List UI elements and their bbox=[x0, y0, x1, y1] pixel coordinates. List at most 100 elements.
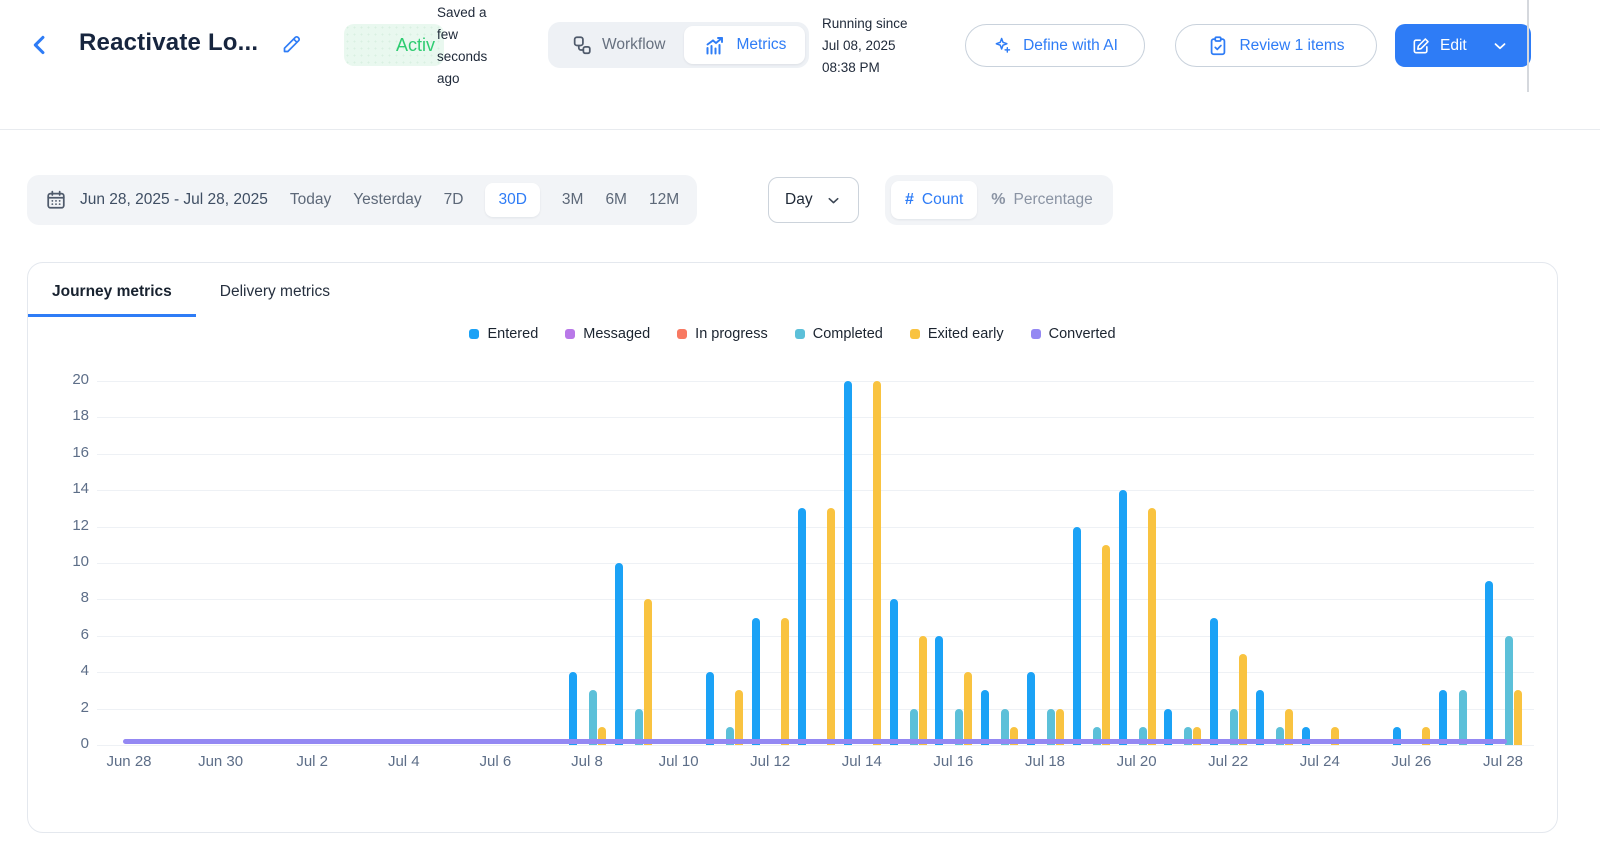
bar-entered-jul15 bbox=[889, 599, 898, 745]
bar-entered-jul9 bbox=[614, 563, 623, 745]
status-badge: Activ bbox=[344, 24, 444, 66]
x-axis-tick-label: Jul 4 bbox=[387, 753, 420, 770]
x-axis-tick-label: Jun 28 bbox=[106, 753, 152, 770]
x-axis-tick-label: Jul 22 bbox=[1208, 753, 1249, 770]
bar-entered-jul28 bbox=[1485, 581, 1493, 745]
x-axis-tick-label: Jul 24 bbox=[1299, 753, 1340, 770]
edit-button[interactable]: Edit bbox=[1395, 24, 1531, 67]
count-percentage-toggle: # Count % Percentage bbox=[885, 175, 1113, 225]
y-axis-tick-label: 20 bbox=[72, 371, 89, 388]
edit-square-icon bbox=[1413, 37, 1429, 53]
x-axis-tick-label: Jul 8 bbox=[571, 753, 603, 770]
bar-entered-jul11 bbox=[706, 672, 715, 745]
x-axis-tick-label: Jun 30 bbox=[198, 753, 244, 770]
pencil-icon bbox=[283, 36, 300, 53]
review-items-button[interactable]: Review 1 items bbox=[1175, 24, 1377, 67]
bar-entered-jul22 bbox=[1210, 617, 1219, 745]
x-axis-tick-label: Jul 16 bbox=[933, 753, 974, 770]
review-items-label: Review 1 items bbox=[1239, 36, 1345, 54]
scrollbar-thumb[interactable] bbox=[1527, 0, 1529, 92]
journey-metrics-page: Reactivate Lo... Activ Saved a few secon… bbox=[0, 0, 1600, 841]
preset-list: Today Yesterday 7D 30D 3M 6M 12M bbox=[290, 183, 679, 217]
sparkles-icon bbox=[995, 37, 1011, 53]
y-axis-tick-label: 4 bbox=[80, 662, 89, 680]
bar-exited-early-jul15 bbox=[918, 635, 927, 745]
mode-label: Count bbox=[921, 191, 964, 208]
converted-baseline-line bbox=[123, 738, 1507, 744]
y-axis-tick-label: 6 bbox=[80, 625, 89, 643]
mode-label: Percentage bbox=[1013, 191, 1093, 208]
bar-exited-early-jul13 bbox=[827, 508, 835, 745]
bar-exited-early-jul22 bbox=[1239, 654, 1248, 745]
y-axis-tick-label: 2 bbox=[80, 698, 89, 716]
bar-completed-jul8 bbox=[589, 690, 597, 745]
clipboard-check-icon bbox=[1211, 35, 1226, 55]
granularity-value: Day bbox=[785, 191, 813, 208]
y-axis-tick-label: 18 bbox=[72, 407, 89, 425]
mode-count[interactable]: # Count bbox=[891, 181, 978, 219]
rename-button[interactable] bbox=[280, 32, 304, 56]
bar-chart: 0 2 4 6 8 10 12 14 16 18 20 Jun 28 Jun 30 Jul 2 Jul 4J… bbox=[28, 263, 1557, 832]
gridline bbox=[97, 599, 1534, 601]
bar-exited-early-jul9 bbox=[643, 599, 652, 745]
granularity-select[interactable]: Day bbox=[768, 177, 859, 223]
preset-3m[interactable]: 3M bbox=[562, 191, 584, 209]
back-button[interactable] bbox=[26, 31, 54, 59]
date-range-group: Jun 28, 2025 - Jul 28, 2025 Today Yesterd… bbox=[27, 175, 698, 225]
header: Reactivate Lo... Activ Saved a few secon… bbox=[0, 0, 1600, 130]
bar-exited-early-jul14 bbox=[872, 381, 881, 745]
preset-7d[interactable]: 7D bbox=[444, 191, 464, 209]
calendar-icon bbox=[47, 190, 65, 209]
bar-completed-jul28 bbox=[1505, 635, 1513, 745]
gridline bbox=[97, 490, 1534, 492]
y-axis-tick-label: 10 bbox=[72, 553, 89, 570]
define-with-ai-button[interactable]: Define with AI bbox=[965, 24, 1145, 67]
chevron-down-icon bbox=[828, 197, 839, 203]
edit-button-label: Edit bbox=[1440, 36, 1467, 54]
metrics-card: Journey metrics Delivery metrics Entered… bbox=[27, 262, 1558, 833]
bar-entered-jul18 bbox=[1027, 672, 1035, 745]
preset-12m[interactable]: 12M bbox=[649, 191, 679, 209]
y-axis-tick-label: 12 bbox=[72, 516, 89, 534]
edit-dropdown-button[interactable] bbox=[1481, 24, 1519, 67]
preset-today[interactable]: Today bbox=[290, 191, 331, 209]
date-range-picker[interactable]: Jun 28, 2025 - Jul 28, 2025 bbox=[45, 189, 268, 211]
x-axis-tick-label: Jul 28 bbox=[1482, 753, 1524, 770]
x-axis-tick-label: Jul 18 bbox=[1024, 753, 1066, 770]
gridline bbox=[97, 417, 1534, 419]
gridline bbox=[97, 453, 1534, 455]
y-axis-tick-label: 8 bbox=[80, 589, 89, 607]
gridline bbox=[97, 381, 1534, 382]
bar-entered-jul14 bbox=[843, 381, 852, 745]
chevron-left-icon bbox=[33, 35, 45, 55]
define-with-ai-label: Define with AI bbox=[1023, 36, 1118, 54]
edit-button-main[interactable]: Edit bbox=[1395, 24, 1481, 67]
x-axis-tick-label: Jul 10 bbox=[658, 753, 699, 770]
toggle-workflow[interactable]: Workflow bbox=[552, 26, 684, 64]
toggle-metrics[interactable]: Metrics bbox=[684, 26, 806, 64]
gridline bbox=[97, 672, 1534, 674]
saved-status-text: Saved a few seconds ago bbox=[437, 5, 488, 86]
y-axis-tick-label: 0 bbox=[80, 735, 89, 752]
bar-exited-early-jul20 bbox=[1147, 508, 1156, 745]
bar-exited-early-jul19 bbox=[1101, 544, 1110, 745]
x-axis-tick-label: Jul 20 bbox=[1116, 753, 1157, 770]
date-range-label: Jun 28, 2025 - Jul 28, 2025 bbox=[80, 191, 268, 208]
page-title: Reactivate Lo... bbox=[79, 29, 259, 56]
running-since-text: Running since Jul 08, 2025 08:38 PM bbox=[822, 16, 908, 75]
bar-entered-jul27 bbox=[1439, 690, 1448, 745]
mode-percentage[interactable]: % Percentage bbox=[977, 181, 1107, 219]
x-axis-tick-label: Jul 2 bbox=[296, 753, 329, 770]
gridline bbox=[97, 635, 1534, 637]
bar-exited-early-jul11 bbox=[735, 690, 744, 745]
chevron-down-icon bbox=[1494, 42, 1506, 49]
preset-6m[interactable]: 6M bbox=[605, 191, 627, 209]
bar-entered-jul8 bbox=[569, 672, 577, 745]
toggle-metrics-label: Metrics bbox=[736, 36, 787, 53]
preset-yesterday[interactable]: Yesterday bbox=[353, 191, 421, 209]
bar-exited-early-jul16 bbox=[964, 672, 973, 745]
gridline bbox=[97, 563, 1534, 564]
hash-icon: # bbox=[905, 191, 914, 208]
bar-completed-jul27 bbox=[1459, 690, 1468, 745]
preset-30d[interactable]: 30D bbox=[485, 183, 540, 217]
